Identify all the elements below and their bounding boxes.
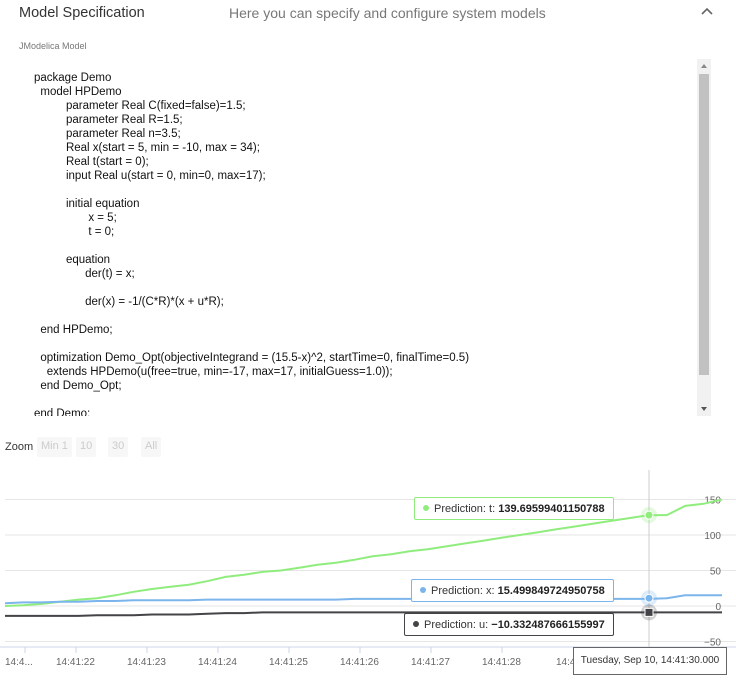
model-code-text[interactable]: package Demo model HPDemo parameter Real… [34, 71, 469, 416]
chevron-up-icon[interactable] [699, 4, 715, 20]
x-tick-label: 14:41:25 [269, 657, 308, 668]
y-tick-label: 100 [704, 531, 721, 542]
prediction-chart[interactable]: 150 100 50 0 −50 14:4... 14:41:22 14:41:23 14:41… [0, 425, 736, 687]
tooltip-t-value: 139.69599401150788 [498, 503, 605, 515]
highlight-point-t [644, 510, 654, 520]
zoom-button-min1[interactable]: Min 1 [37, 437, 72, 457]
tooltip-u-value: −10.332487666155997 [491, 619, 605, 631]
x-tick-label: 14:41:23 [127, 657, 166, 668]
y-tick-label: 50 [710, 567, 722, 578]
highlight-point-u [644, 607, 654, 617]
series-line-t [4, 498, 723, 607]
section-title: Model Specification [19, 5, 145, 21]
code-scrollbar[interactable] [697, 59, 711, 416]
y-tick-label: 0 [715, 602, 721, 613]
series-line-u [5, 611, 722, 617]
scrollbar-thumb[interactable] [699, 74, 709, 375]
legend-dot-u [413, 621, 419, 628]
tooltip-x: Prediction: x: 15.499849724950758 [411, 579, 614, 602]
zoom-button-all[interactable]: All [141, 437, 162, 457]
section-subtitle: Here you can specify and configure syste… [229, 5, 546, 21]
x-tick-label: 14:4... [5, 657, 33, 668]
scroll-up-arrow-icon[interactable] [697, 59, 711, 73]
tooltip-u-label: Prediction: u: [424, 619, 489, 631]
zoom-label: Zoom [5, 441, 34, 453]
tooltip-x-value: 15.499849724950758 [497, 585, 605, 597]
x-tick-label: 14:41:22 [56, 657, 95, 668]
model-type-label: JModelica Model [19, 41, 87, 51]
highlight-point-x [644, 593, 654, 603]
model-spec-header[interactable]: Model Specification Here you can specify… [0, 0, 736, 30]
x-tick-label: 14:41:28 [482, 657, 521, 668]
scroll-down-arrow-icon[interactable] [697, 402, 711, 416]
tooltip-u: Prediction: u: −10.332487666155997 [404, 613, 614, 636]
tooltip-t: Prediction: t: 139.69599401150788 [414, 497, 614, 520]
x-tick-label: 14:41:24 [198, 657, 237, 668]
x-tick-label: 14:41:27 [411, 657, 450, 668]
legend-dot-x [420, 587, 426, 594]
x-tick-label: 14:41:26 [340, 657, 379, 668]
zoom-button-10[interactable]: 10 [76, 437, 97, 457]
legend-dot-t [423, 505, 429, 512]
tooltip-x-label: Prediction: x: [431, 585, 495, 597]
zoom-button-30[interactable]: 30 [108, 437, 129, 457]
tooltip-t-label: Prediction: t: [434, 503, 496, 515]
tooltip-date: Tuesday, Sep 10, 14:41:30.000 [573, 647, 727, 675]
model-code-editor[interactable]: package Demo model HPDemo parameter Real… [14, 56, 712, 416]
